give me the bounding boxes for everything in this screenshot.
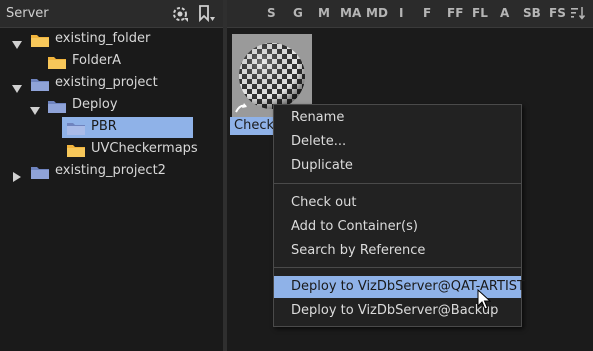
sort-icon[interactable]	[570, 5, 586, 21]
menu-item-label: Duplicate	[291, 158, 353, 173]
menu-separator	[274, 183, 521, 184]
tree-item-label: FolderA	[72, 53, 122, 68]
menu-item-label: Search by Reference	[291, 243, 426, 258]
project-folder-icon	[30, 164, 50, 180]
folder-icon	[66, 142, 86, 158]
tree-item-existing-project[interactable]: existing_project	[0, 73, 223, 95]
tree-item-label: Deploy	[72, 97, 118, 112]
tree-item-existing-project2[interactable]: existing_project2	[0, 161, 223, 183]
menu-item-check-out[interactable]: Check out	[274, 192, 521, 214]
tree-item-label: existing_project2	[55, 163, 166, 178]
filter-m[interactable]: M	[318, 6, 330, 20]
menu-item-duplicate[interactable]: Duplicate	[274, 155, 521, 177]
expand-arrow-icon[interactable]	[30, 101, 40, 115]
server-tree-panel: Server existing_folder FolderA existing_…	[0, 0, 223, 351]
menu-item-label: Add to Container(s)	[291, 219, 418, 234]
filter-sb[interactable]: SB	[523, 6, 541, 20]
filter-g[interactable]: G	[293, 6, 303, 20]
bookmark-icon[interactable]	[196, 4, 216, 24]
menu-item-delete[interactable]: Delete...	[274, 131, 521, 153]
menu-item-label: Delete...	[291, 134, 347, 149]
tree-item-deploy[interactable]: Deploy	[0, 95, 223, 117]
menu-item-label: Rename	[291, 110, 345, 125]
menu-item-label: Check out	[291, 195, 357, 210]
filter-fs[interactable]: FS	[549, 6, 566, 20]
server-panel-title: Server	[6, 6, 49, 21]
tree-item-foldera[interactable]: FolderA	[0, 51, 223, 73]
filter-ff[interactable]: FF	[447, 6, 463, 20]
menu-item-rename[interactable]: Rename	[274, 107, 521, 129]
tree-item-label: existing_project	[55, 75, 158, 90]
filter-f[interactable]: F	[423, 6, 431, 20]
server-settings-icon[interactable]	[170, 4, 190, 24]
folder-icon	[30, 32, 50, 48]
server-panel-header: Server	[0, 0, 223, 28]
filter-fl[interactable]: FL	[472, 6, 488, 20]
project-folder-icon	[47, 98, 67, 114]
menu-item-label: Deploy to VizDbServer@Backup	[291, 303, 499, 318]
menu-separator	[274, 267, 521, 268]
project-folder-icon	[66, 120, 86, 136]
expand-arrow-icon[interactable]	[12, 35, 22, 49]
filter-md[interactable]: MD	[366, 6, 388, 20]
type-filter-bar: S G M MA MD I F FF FL A SB FS	[227, 0, 593, 28]
tree-item-label: PBR	[91, 119, 117, 134]
filter-ma[interactable]: MA	[340, 6, 361, 20]
menu-item-search-by-reference[interactable]: Search by Reference	[274, 240, 521, 262]
tree-item-label: existing_folder	[55, 31, 151, 46]
tree-item-uvcheckermaps[interactable]: UVCheckermaps	[0, 139, 223, 161]
project-folder-icon	[30, 76, 50, 92]
filter-a[interactable]: A	[500, 6, 509, 20]
filter-s[interactable]: S	[267, 6, 276, 20]
tree-item-existing-folder[interactable]: existing_folder	[0, 29, 223, 51]
expand-arrow-icon[interactable]	[12, 79, 22, 93]
mouse-cursor-icon	[477, 288, 492, 311]
menu-item-add-to-container[interactable]: Add to Container(s)	[274, 216, 521, 238]
filter-i[interactable]: I	[399, 6, 403, 20]
collapse-arrow-icon[interactable]	[12, 167, 22, 182]
tree-item-label: UVCheckermaps	[91, 141, 198, 156]
tree-item-pbr[interactable]: PBR	[0, 117, 223, 139]
folder-icon	[47, 54, 67, 70]
